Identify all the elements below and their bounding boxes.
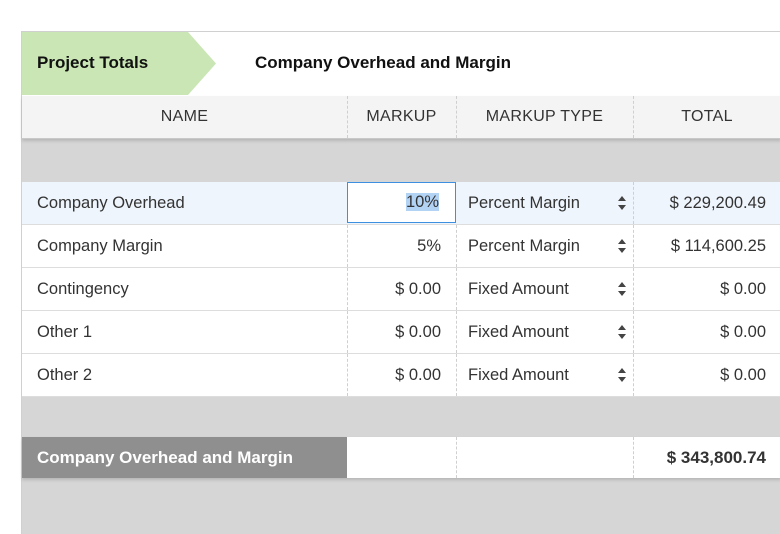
summary-label: Company Overhead and Margin [22, 437, 347, 478]
row-total: $ 0.00 [720, 280, 766, 298]
column-divider [347, 96, 348, 138]
column-divider [456, 437, 457, 478]
column-header-markup-type[interactable]: MARKUP TYPE [456, 96, 633, 138]
column-divider [456, 311, 457, 353]
row-total: $ 229,200.49 [669, 194, 766, 212]
select-arrows-icon [618, 324, 626, 340]
overhead-margin-panel: Project Totals Company Overhead and Marg… [21, 31, 780, 534]
select-arrows-icon [618, 238, 626, 254]
row-name: Company Margin [37, 237, 163, 255]
column-header-name[interactable]: NAME [22, 96, 347, 138]
column-divider [456, 225, 457, 267]
markup-type-value: Percent Margin [468, 237, 580, 255]
markup-rows: Company Overhead 10% Percent Margin $ 22… [22, 182, 780, 397]
row-name: Company Overhead [37, 194, 185, 212]
table-row[interactable]: Contingency $ 0.00 Fixed Amount $ 0.00 [22, 268, 780, 311]
row-total: $ 0.00 [720, 366, 766, 384]
table-row[interactable]: Company Margin 5% Percent Margin $ 114,6… [22, 225, 780, 268]
table-row[interactable]: Other 2 $ 0.00 Fixed Amount $ 0.00 [22, 354, 780, 397]
markup-value[interactable]: 5% [348, 225, 456, 267]
column-header-markup[interactable]: MARKUP [347, 96, 456, 138]
row-name: Other 1 [37, 323, 93, 341]
column-divider [456, 96, 457, 138]
column-divider [347, 225, 348, 267]
markup-type-select[interactable]: Fixed Amount [456, 354, 632, 396]
column-divider [633, 311, 634, 353]
markup-type-value: Fixed Amount [468, 366, 569, 384]
column-divider [347, 311, 348, 353]
column-divider [633, 225, 634, 267]
markup-type-value: Fixed Amount [468, 323, 569, 341]
column-header-total[interactable]: TOTAL [633, 96, 780, 138]
markup-value[interactable]: $ 0.00 [348, 268, 456, 310]
select-arrows-icon [618, 281, 626, 297]
summary-total: $ 343,800.74 [666, 448, 766, 467]
column-divider [633, 268, 634, 310]
table-header: NAME MARKUP MARKUP TYPE TOTAL [22, 96, 780, 139]
column-divider [347, 268, 348, 310]
column-divider [456, 354, 457, 396]
markup-value[interactable]: $ 0.00 [348, 311, 456, 353]
row-name: Other 2 [37, 366, 93, 384]
breadcrumb-project-totals-label: Project Totals [37, 53, 149, 72]
markup-input-value: 10% [405, 193, 439, 211]
markup-type-value: Percent Margin [468, 194, 580, 212]
table-row[interactable]: Company Overhead 10% Percent Margin $ 22… [22, 182, 780, 225]
summary-row: Company Overhead and Margin $ 343,800.74 [22, 437, 780, 478]
markup-type-select[interactable]: Fixed Amount [456, 311, 632, 353]
table-row[interactable]: Other 1 $ 0.00 Fixed Amount $ 0.00 [22, 311, 780, 354]
select-arrows-icon [618, 367, 626, 383]
breadcrumb-current-page: Company Overhead and Margin [255, 53, 511, 72]
markup-type-select[interactable]: Fixed Amount [456, 268, 632, 310]
markup-input[interactable]: 10% [347, 182, 456, 223]
markup-type-select[interactable]: Percent Margin [456, 225, 632, 267]
breadcrumb: Project Totals Company Overhead and Marg… [22, 32, 780, 97]
row-total: $ 0.00 [720, 323, 766, 341]
select-arrows-icon [618, 195, 626, 211]
markup-type-select[interactable]: Percent Margin [456, 182, 632, 224]
markup-value[interactable]: $ 0.00 [348, 354, 456, 396]
row-total: $ 114,600.25 [670, 237, 766, 255]
column-divider [633, 354, 634, 396]
column-divider [633, 182, 634, 224]
column-divider [456, 268, 457, 310]
markup-type-value: Fixed Amount [468, 280, 569, 298]
breadcrumb-project-totals[interactable]: Project Totals [22, 32, 216, 95]
row-name: Contingency [37, 280, 129, 298]
column-divider [633, 96, 634, 138]
column-divider [347, 354, 348, 396]
